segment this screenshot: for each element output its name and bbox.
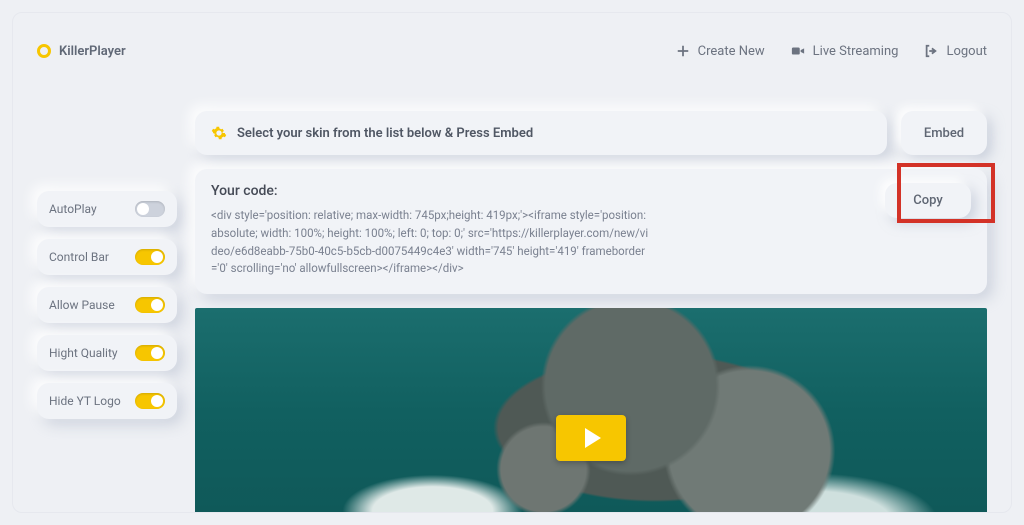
plus-icon [676,44,690,58]
code-section: Your code: <div style='position: relativ… [195,169,987,294]
nav-live-label: Live Streaming [813,44,899,59]
option-highquality-label: Hight Quality [49,346,118,360]
brand-logo-icon [37,44,51,58]
option-highquality: Hight Quality [37,335,177,371]
option-controlbar-label: Control Bar [49,250,109,264]
nav-live-streaming[interactable]: Live Streaming [791,44,899,59]
toggle-hideytlogo[interactable] [135,393,165,409]
nav-logout-label: Logout [946,44,987,59]
nav-create-label: Create New [698,44,765,59]
option-allowpause-label: Allow Pause [49,298,115,312]
topbar: KillerPlayer Create New Live Streaming [37,33,987,69]
logout-icon [924,44,938,58]
gear-icon [211,125,227,141]
play-button[interactable] [556,415,626,461]
option-autoplay: AutoPlay [37,191,177,227]
option-autoplay-label: AutoPlay [49,202,97,216]
video-preview[interactable] [195,308,987,513]
instruction-bar: Select your skin from the list below & P… [195,111,887,155]
top-nav: Create New Live Streaming Logout [676,44,987,59]
video-camera-icon [791,44,805,58]
option-hideytlogo: Hide YT Logo [37,383,177,419]
nav-logout[interactable]: Logout [924,44,987,59]
play-icon [585,428,601,448]
option-hideytlogo-label: Hide YT Logo [49,394,121,408]
option-controlbar: Control Bar [37,239,177,275]
main-column: Select your skin from the list below & P… [195,111,987,513]
embed-button[interactable]: Embed [901,111,987,155]
nav-create-new[interactable]: Create New [676,44,765,59]
instruction-strip: Select your skin from the list below & P… [195,111,987,155]
toggle-highquality[interactable] [135,345,165,361]
code-body[interactable]: <div style='position: relative; max-widt… [211,207,651,278]
toggle-autoplay[interactable] [135,201,165,217]
brand: KillerPlayer [37,44,126,59]
option-allowpause: Allow Pause [37,287,177,323]
instruction-text: Select your skin from the list below & P… [237,126,533,141]
toggle-allowpause[interactable] [135,297,165,313]
copy-button[interactable]: Copy [885,183,971,218]
code-title: Your code: [211,183,787,199]
brand-name: KillerPlayer [59,44,126,59]
options-sidebar: AutoPlay Control Bar Allow Pause Hight Q… [37,191,177,419]
toggle-controlbar[interactable] [135,249,165,265]
